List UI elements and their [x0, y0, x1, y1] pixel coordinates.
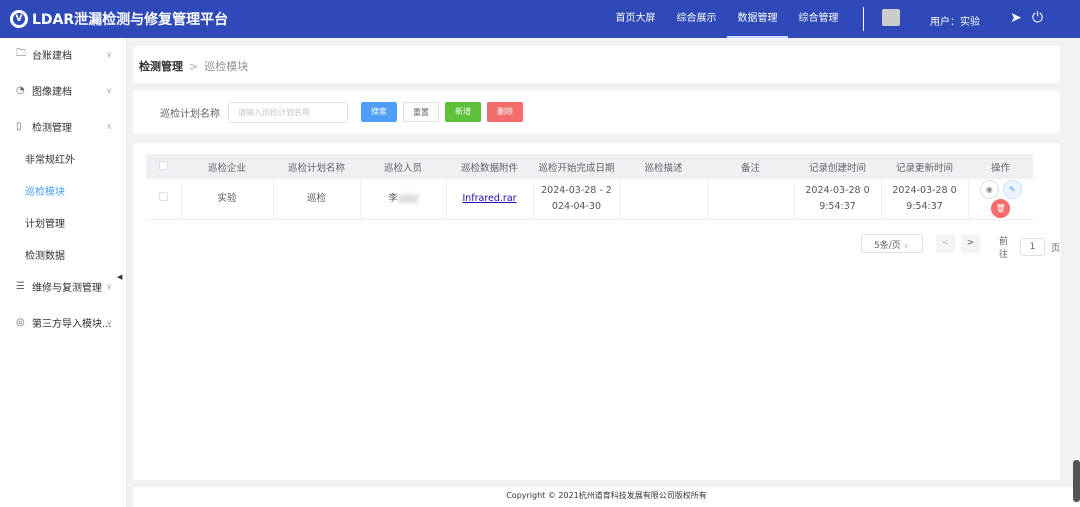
col-header: 巡检企业 — [181, 154, 273, 179]
search-panel: 巡检计划名称 请输入巡检计划名称 搜索 重置 新增 删除 — [133, 90, 1060, 134]
label: 台账建档 — [32, 50, 72, 62]
page-suffix: 页 — [1050, 243, 1060, 254]
sidebar-item-inspection[interactable]: 巡检模块 — [0, 174, 126, 206]
cell-updated: 2024-03-28 09:54:37 — [881, 179, 969, 220]
sidebar-item-detection[interactable]: ▯ 检测管理 ∧ — [0, 110, 126, 142]
navigate-icon[interactable]: ➤ — [1010, 10, 1022, 26]
scrollbar[interactable] — [1073, 460, 1080, 502]
col-header: 巡检描述 — [620, 154, 707, 179]
import-icon: ◎ — [16, 316, 25, 328]
sidebar: 🗀 台账建档 ∨ ◔ 图像建档 ∨ ▯ 检测管理 ∧ 非常规红外 巡检模块 计划管理 检测数… — [0, 38, 127, 507]
next-page-button[interactable]: > — [961, 234, 980, 253]
table-row: 实验 巡检 李 Infrared.rar 2024-03-28 - 2024-0… — [146, 179, 1033, 220]
table-header: 巡检企业 巡检计划名称 巡检人员 巡检数据附件 巡检开始完成日期 巡检描述 备注… — [146, 154, 1033, 179]
goto-page: 前往 1 页 — [999, 234, 1060, 260]
person-name: 李 — [388, 192, 398, 204]
page-size-value: 5条/页 — [874, 241, 901, 251]
chevron-down-icon: ∨ — [106, 49, 112, 59]
label: 第三方导入模块... — [32, 318, 112, 330]
prev-page-button[interactable]: < — [936, 234, 955, 253]
page-size-select[interactable]: 5条/页 ∨ — [861, 234, 923, 253]
col-header: 巡检开始完成日期 — [533, 154, 620, 179]
col-header: 巡检人员 — [360, 154, 446, 179]
folder-icon: 🗀 — [16, 47, 26, 59]
plan-name-input[interactable]: 请输入巡检计划名称 — [228, 101, 348, 123]
reset-button[interactable]: 重置 — [403, 102, 439, 122]
user-label: 用户：实验 — [930, 17, 980, 28]
nav-general-management[interactable]: 综合管理 — [788, 0, 849, 38]
label: 检测管理 — [32, 122, 72, 134]
sidebar-item-plan[interactable]: 计划管理 — [0, 206, 126, 238]
logo[interactable]: V LDAR泄漏检测与修复管理平台 — [10, 9, 228, 29]
delete-button[interactable]: 删除 — [487, 102, 523, 122]
chevron-up-icon: ∧ — [106, 121, 112, 131]
chevron-down-icon: ∨ — [106, 85, 112, 95]
cell-plan: 巡检 — [273, 179, 361, 220]
add-button[interactable]: 新增 — [445, 102, 481, 122]
col-header: 操作 — [968, 154, 1033, 179]
edit-icon[interactable]: ✎ — [1002, 179, 1022, 199]
trash-icon[interactable]: 🗑 — [991, 198, 1011, 218]
top-nav: 首页大屏 综合展示 数据管理 综合管理 — [605, 0, 849, 38]
select-all-checkbox[interactable] — [159, 160, 168, 170]
cell-actions: ◉ ✎🗑 — [968, 179, 1033, 220]
sidebar-item-import[interactable]: ◎ 第三方导入模块... ∨ — [0, 306, 126, 338]
cell-created: 2024-03-28 09:54:37 — [794, 179, 882, 220]
inspection-table: 巡检企业 巡检计划名称 巡检人员 巡检数据附件 巡检开始完成日期 巡检描述 备注… — [146, 154, 1033, 220]
col-header: 巡检计划名称 — [273, 154, 360, 179]
avatar[interactable] — [882, 9, 900, 26]
power-icon[interactable]: ⏻ — [1032, 10, 1043, 26]
breadcrumb-current: 巡检模块 — [204, 60, 249, 73]
goto-label: 前往 — [999, 237, 1009, 260]
col-header: 备注 — [707, 154, 794, 179]
table-panel: 巡检企业 巡检计划名称 巡检人员 巡检数据附件 巡检开始完成日期 巡检描述 备注… — [133, 143, 1060, 480]
redaction — [397, 193, 418, 203]
collapse-sidebar-icon[interactable]: ◀ — [117, 273, 122, 281]
chevron-down-icon: ∨ — [106, 281, 112, 291]
logo-icon: V — [10, 10, 28, 28]
nav-data-management[interactable]: 数据管理 — [727, 0, 788, 38]
chevron-down-icon: ∨ — [903, 242, 909, 250]
top-bar: V LDAR泄漏检测与修复管理平台 首页大屏 综合展示 数据管理 综合管理 用户：… — [0, 0, 1080, 38]
col-header: 巡检数据附件 — [446, 154, 533, 179]
breadcrumb-sep: > — [189, 60, 199, 73]
sidebar-item-ledger[interactable]: 🗀 台账建档 ∨ — [0, 38, 126, 70]
nav-overview[interactable]: 综合展示 — [666, 0, 727, 38]
chevron-down-icon: ∨ — [106, 317, 112, 327]
search-button[interactable]: 搜索 — [361, 102, 397, 122]
attachment-link[interactable]: Infrared.rar — [462, 193, 516, 204]
cell-dates: 2024-03-28 - 2024-04-30 — [533, 179, 621, 220]
col-header: 记录创建时间 — [794, 154, 881, 179]
label: 图像建档 — [32, 86, 72, 98]
col-header: 记录更新时间 — [881, 154, 968, 179]
divider — [863, 7, 864, 31]
footer: Copyright © 2021杭州道育科技发展有限公司版权所有 — [133, 487, 1080, 507]
sidebar-item-image[interactable]: ◔ 图像建档 ∨ — [0, 74, 126, 106]
search-label: 巡检计划名称 — [160, 108, 220, 120]
cell-person: 李 — [360, 179, 447, 220]
cell-company: 实验 — [181, 179, 274, 220]
sidebar-item-detection-data[interactable]: 检测数据 — [0, 238, 126, 270]
cell-remark — [707, 179, 795, 220]
view-icon[interactable]: ◉ — [979, 179, 999, 199]
cell-desc — [620, 179, 708, 220]
app-title: LDAR泄漏检测与修复管理平台 — [32, 12, 229, 28]
clipboard-icon: ▯ — [16, 120, 22, 132]
label: 维修与复测管理 — [32, 282, 102, 294]
database-icon: ☰ — [16, 280, 25, 292]
image-icon: ◔ — [16, 84, 25, 96]
sidebar-item-infrared[interactable]: 非常规红外 — [0, 142, 126, 174]
breadcrumb: 检测管理 > 巡检模块 — [133, 46, 1060, 83]
sidebar-item-repair[interactable]: ☰ 维修与复测管理 ∨ — [0, 270, 126, 302]
row-checkbox[interactable] — [158, 191, 168, 201]
breadcrumb-parent[interactable]: 检测管理 — [139, 60, 183, 73]
nav-home-screen[interactable]: 首页大屏 — [605, 0, 666, 38]
page-input[interactable]: 1 — [1019, 238, 1045, 256]
